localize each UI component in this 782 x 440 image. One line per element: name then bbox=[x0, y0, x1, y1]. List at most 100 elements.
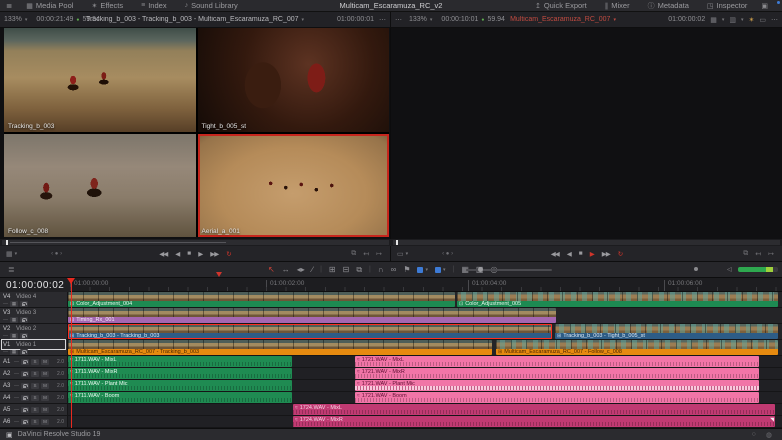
go-to-end-button[interactable]: ▶▶ bbox=[602, 250, 610, 258]
audio-clip[interactable]: ≈1711.WAV - MixR bbox=[68, 368, 292, 379]
track-header-A6[interactable]: A6—SM2.0 bbox=[0, 416, 68, 427]
timeline-scrub-playhead[interactable] bbox=[396, 240, 398, 245]
playhead[interactable] bbox=[71, 278, 72, 428]
multicam-view-dropdown[interactable]: ▦ ▾ bbox=[0, 250, 23, 258]
track-header-A5[interactable]: A5—SM2.0 bbox=[0, 404, 68, 415]
track-lock-button[interactable] bbox=[21, 371, 29, 377]
jog-control[interactable]: ‹ ● › bbox=[51, 251, 62, 257]
track-header-V3[interactable]: V3Video 3—▦ bbox=[0, 308, 68, 323]
track-solo-button[interactable]: S bbox=[31, 395, 39, 401]
track-mute-button[interactable]: M bbox=[41, 383, 49, 389]
audio-clip[interactable]: ≈1721.WAV - Boom bbox=[355, 392, 759, 403]
track-lane-V3[interactable]: ⊡Timing_Rx_001 bbox=[68, 308, 782, 323]
track-mute-button[interactable]: M bbox=[41, 419, 49, 425]
timeline-viewer-options-icon[interactable]: ⋯ bbox=[395, 16, 402, 24]
track-lock-button[interactable] bbox=[20, 317, 28, 323]
viewer-fx-icon[interactable]: ✶ bbox=[749, 16, 755, 24]
track-header-V4[interactable]: V4Video 4—▦ bbox=[0, 292, 68, 307]
track-lock-button[interactable] bbox=[21, 407, 29, 413]
track-lane-A3[interactable]: ≈1711.WAV - Plant Mic≈1721.WAV - Plant M… bbox=[68, 380, 782, 391]
angle-cell-Tracking_b_003[interactable]: Tracking_b_003 bbox=[4, 28, 196, 132]
inspector-button[interactable]: ◳ Inspector bbox=[703, 0, 751, 12]
play-button[interactable]: ▶ bbox=[198, 250, 202, 258]
audio-clip[interactable]: ≈1711.WAV - MixL bbox=[68, 356, 292, 367]
snapping-toggle[interactable]: ∩ bbox=[378, 265, 384, 274]
track-lane-V1[interactable]: ⊞Multicam_Escaramuza_RC_007 - Tracking_b… bbox=[68, 340, 782, 355]
track-solo-button[interactable]: S bbox=[31, 383, 39, 389]
loop-button[interactable]: ↻ bbox=[618, 250, 622, 258]
track-lock-button[interactable] bbox=[21, 395, 29, 401]
audio-clip[interactable]: ≈1711.WAV - Plant Mic bbox=[68, 380, 292, 391]
clip[interactable]: ⊞Multicam_Escaramuza_RC_007 - Tracking_b… bbox=[68, 340, 492, 355]
collaboration-status-icon[interactable]: ○ bbox=[752, 431, 756, 439]
go-to-out-icon[interactable]: ↦ bbox=[376, 250, 382, 258]
go-to-start-button[interactable]: ◀◀ bbox=[551, 250, 559, 258]
angle-cell-Aerial_a_001[interactable]: Aerial_a_001 bbox=[198, 134, 390, 238]
track-lane-V2[interactable]: ⊞Tracking_b_003 - Tracking_b_003⊞Trackin… bbox=[68, 324, 782, 339]
track-lock-button[interactable] bbox=[21, 419, 29, 425]
track-lock-button[interactable] bbox=[20, 349, 28, 355]
track-header-A2[interactable]: A2—SM2.0 bbox=[0, 368, 68, 379]
track-lane-A2[interactable]: ≈1711.WAV - MixR ≈1721.WAV - MixR bbox=[68, 368, 782, 379]
clip[interactable]: ⊡Color_Adjustment_005 bbox=[457, 292, 778, 307]
blade-edit-tool[interactable]: ∕ bbox=[312, 265, 313, 274]
track-solo-button[interactable]: S bbox=[31, 371, 39, 377]
track-lock-button[interactable] bbox=[21, 359, 29, 365]
track-header-A4[interactable]: A4—SM2.0 bbox=[0, 392, 68, 403]
audio-clip[interactable]: ≈1721.WAV - MixR bbox=[355, 368, 759, 379]
go-to-in-icon[interactable]: ↤ bbox=[363, 250, 369, 258]
project-manager-icon[interactable]: ◍ bbox=[766, 431, 772, 439]
clip[interactable]: ⊞Tracking_b_003 - Tracking_b_003 bbox=[68, 324, 552, 339]
audio-clip[interactable]: ≈1721.WAV - MixL bbox=[355, 356, 759, 367]
clip[interactable]: ⊡Timing_Rx_001 bbox=[68, 308, 556, 323]
track-lane-A5[interactable]: ≈1724.WAV - MixL bbox=[68, 404, 782, 415]
angle-cell-Follow_c_008[interactable]: Follow_c_008 bbox=[4, 134, 196, 238]
track-header-V1[interactable]: V1Video 1—▦ bbox=[0, 340, 68, 355]
track-header-A1[interactable]: A1—SM2.0 bbox=[0, 356, 68, 367]
track-lane-A4[interactable]: ≈1711.WAV - Boom ≈1721.WAV - Boom bbox=[68, 392, 782, 403]
track-mute-button[interactable]: M bbox=[41, 359, 49, 365]
source-zoom-level[interactable]: 133% bbox=[4, 16, 22, 23]
secondary-slider-knob[interactable] bbox=[694, 267, 698, 271]
viewer-more-options-icon[interactable]: ⋯ bbox=[771, 16, 778, 24]
timeline-zoom-slider[interactable] bbox=[466, 269, 552, 271]
index-button[interactable]: ≡ Index bbox=[137, 0, 170, 12]
track-header-V2[interactable]: V2Video 2—▦ bbox=[0, 324, 68, 339]
timeline-marker[interactable] bbox=[216, 272, 222, 277]
track-enable-button[interactable]: ▦ bbox=[10, 349, 18, 355]
program-video-frame[interactable] bbox=[393, 28, 780, 237]
track-enable-button[interactable]: ▦ bbox=[10, 333, 18, 339]
source-clip-title-dropdown[interactable]: Tracking_b_003 - Tracking_b_003 - Multic… bbox=[86, 16, 304, 23]
dynamic-trim-tool[interactable]: ◂▸ bbox=[297, 265, 305, 274]
track-solo-button[interactable]: S bbox=[31, 407, 39, 413]
track-mute-button[interactable]: M bbox=[41, 395, 49, 401]
clip[interactable]: ⊞Tracking_b_003 - Tight_b_005_st bbox=[555, 324, 778, 339]
stop-button[interactable]: ■ bbox=[187, 250, 190, 257]
track-mute-button[interactable]: M bbox=[41, 371, 49, 377]
metadata-button[interactable]: ⓘ Metadata bbox=[644, 0, 693, 12]
trim-edit-mode-tool[interactable]: ↔ bbox=[282, 265, 290, 274]
track-lock-button[interactable] bbox=[21, 383, 29, 389]
track-mute-button[interactable]: M bbox=[41, 407, 49, 413]
go-to-out-icon[interactable]: ↦ bbox=[768, 250, 774, 258]
audio-clip[interactable]: ≈1724.WAV - MixL bbox=[293, 404, 775, 415]
track-lock-button[interactable] bbox=[20, 333, 28, 339]
flag-color-dropdown[interactable]: ▾ bbox=[417, 267, 428, 273]
viewer-gang-icon[interactable]: ▥ bbox=[729, 16, 736, 24]
effects-button[interactable]: ✶ Effects bbox=[87, 0, 127, 12]
clip[interactable]: ⊞Multicam_Escaramuza_RC_007 - Follow_c_0… bbox=[496, 340, 778, 355]
linked-selection-toggle[interactable]: ∞ bbox=[391, 265, 397, 274]
audio-clip[interactable]: ≈1724.WAV - MixR◥ bbox=[293, 416, 775, 427]
workspace-layout-icon[interactable]: ▣ bbox=[761, 2, 768, 10]
track-lane-A1[interactable]: ≈1711.WAV - MixL ≈1721.WAV - MixL bbox=[68, 356, 782, 367]
go-to-start-button[interactable]: ◀◀ bbox=[159, 250, 167, 258]
stop-button[interactable]: ■ bbox=[579, 250, 582, 257]
match-frame-icon[interactable]: ⧉ bbox=[743, 250, 748, 258]
timeline-options-icon[interactable]: ≣ bbox=[8, 265, 15, 274]
timeline-zoom-level[interactable]: 133% bbox=[409, 16, 427, 23]
track-solo-button[interactable]: S bbox=[31, 419, 39, 425]
source-scrub-playhead[interactable] bbox=[6, 240, 8, 245]
fade-handle-icon[interactable]: ◥ bbox=[770, 417, 774, 423]
audio-clip[interactable]: ≈1711.WAV - Boom bbox=[68, 392, 292, 403]
sound-library-button[interactable]: ♪ Sound Library bbox=[181, 0, 242, 12]
